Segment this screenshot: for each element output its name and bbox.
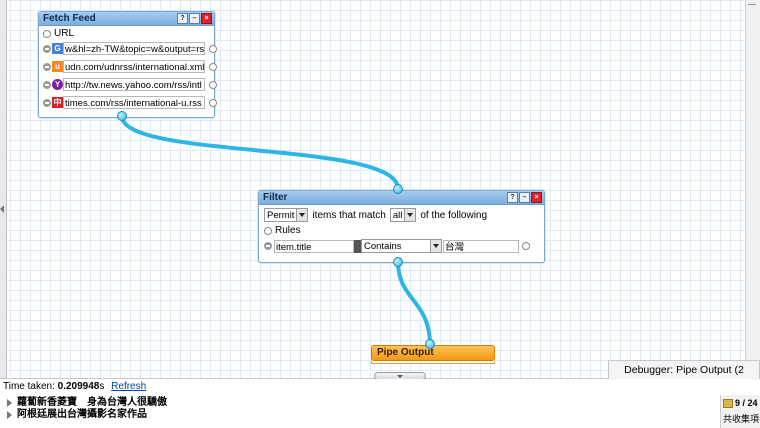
fetch-feed-titlebar[interactable]: Fetch Feed ? – × <box>39 12 214 26</box>
url-field-4[interactable]: times.com/rss/international-u.rss <box>63 96 205 109</box>
url-input-port-icon[interactable] <box>43 29 51 38</box>
filter-titlebar[interactable]: Filter ? – × <box>259 191 544 205</box>
remove-url-icon[interactable] <box>43 80 51 89</box>
remove-rule-icon[interactable] <box>264 242 272 250</box>
filter-module[interactable]: Filter ? – × Permit items that match all… <box>258 190 545 263</box>
filter-mode-row: Permit items that match all of the follo… <box>264 208 487 222</box>
minimize-icon[interactable]: – <box>189 13 200 24</box>
rule-field-input[interactable]: item.title <box>274 239 354 253</box>
module-title: Filter <box>263 192 288 203</box>
pipe-output-title: Pipe Output <box>377 347 434 358</box>
url-row-3: Y http://tw.news.yahoo.com/rss/intl <box>43 78 217 91</box>
url-port-icon-4[interactable] <box>209 98 217 107</box>
tray-text: 共收集項 <box>723 414 760 424</box>
field-picker-icon[interactable] <box>354 239 361 253</box>
help-icon[interactable]: ? <box>507 192 518 203</box>
add-rule-icon[interactable] <box>264 226 272 235</box>
remove-url-icon[interactable] <box>43 98 51 107</box>
system-tray-notification[interactable]: 9 / 24 共收集項 <box>720 395 760 428</box>
minimize-icon[interactable]: – <box>519 192 530 203</box>
time-taken-line: Time taken: 0.209948s Refresh <box>3 381 146 392</box>
time-label: Time taken: <box>3 381 55 392</box>
tray-count: 9 / 24 <box>735 398 758 408</box>
url-field-3[interactable]: http://tw.news.yahoo.com/rss/intl <box>63 78 205 91</box>
rules-header-row: Rules <box>264 225 301 236</box>
close-icon[interactable]: × <box>201 13 212 24</box>
remove-url-icon[interactable] <box>43 44 51 53</box>
url-port-icon-1[interactable] <box>209 44 217 53</box>
close-icon[interactable]: × <box>531 192 542 203</box>
rule-value-input[interactable]: 台灣 <box>443 239 519 253</box>
permit-select[interactable]: Permit <box>264 208 309 222</box>
remove-url-icon[interactable] <box>43 62 51 71</box>
url-label: URL <box>54 28 75 39</box>
time-unit: s <box>99 381 105 392</box>
chinatimes-icon: 中 <box>52 97 63 108</box>
rule-value-port-icon[interactable] <box>522 242 530 250</box>
expand-arrow-icon[interactable] <box>7 410 12 419</box>
debugger-tab[interactable]: Debugger: Pipe Output (2 items) <box>608 360 760 395</box>
fetch-feed-module[interactable]: Fetch Feed ? – × URL G w&hl=zh-TW&topic=… <box>38 11 217 118</box>
wire-filter-to-output <box>396 260 432 347</box>
folder-icon <box>723 399 733 408</box>
module-title: Fetch Feed <box>43 13 96 24</box>
url-port-icon-3[interactable] <box>209 80 217 89</box>
chevron-down-icon <box>296 209 308 221</box>
url-field-1[interactable]: w&hl=zh-TW&topic=w&output=rss <box>63 42 205 55</box>
pipe-output-body <box>371 361 495 364</box>
chevron-down-icon <box>430 240 441 252</box>
pipe-output-input-port[interactable] <box>425 339 435 349</box>
yahoo-icon: Y <box>52 79 63 90</box>
url-field-2[interactable]: udn.com/udnrss/international.xml <box>63 60 205 73</box>
url-row-2: u udn.com/udnrss/international.xml <box>43 60 217 73</box>
rule-row: item.title Contains 台灣 <box>264 239 530 253</box>
url-header-row: URL <box>43 28 74 39</box>
operator-select[interactable]: Contains <box>361 239 442 253</box>
match-select[interactable]: all <box>389 208 417 222</box>
rules-label: Rules <box>275 225 301 236</box>
google-news-icon: G <box>52 43 63 54</box>
refresh-link[interactable]: Refresh <box>111 381 146 392</box>
items-that-match-text: items that match <box>312 209 386 221</box>
chevron-down-icon <box>404 209 416 221</box>
wire-fetch-to-filter <box>120 114 400 191</box>
udn-icon: u <box>52 61 63 72</box>
help-icon[interactable]: ? <box>177 13 188 24</box>
of-the-following-text: of the following <box>420 209 488 221</box>
result-item-title: 阿根廷展出台灣攝影名家作品 <box>17 409 147 420</box>
filter-input-port[interactable] <box>393 184 403 194</box>
debugger-panel: Time taken: 0.209948s Refresh 蘿蔔新香菱寶 身為台… <box>0 379 760 428</box>
filter-output-port[interactable] <box>393 257 403 267</box>
url-row-1: G w&hl=zh-TW&topic=w&output=rss <box>43 42 217 55</box>
fetch-feed-output-port[interactable] <box>117 111 127 121</box>
url-port-icon-2[interactable] <box>209 62 217 71</box>
time-value: 0.209948 <box>57 381 100 392</box>
url-row-4: 中 times.com/rss/international-u.rss <box>43 96 217 109</box>
result-item[interactable]: 阿根廷展出台灣攝影名家作品 <box>7 405 147 420</box>
